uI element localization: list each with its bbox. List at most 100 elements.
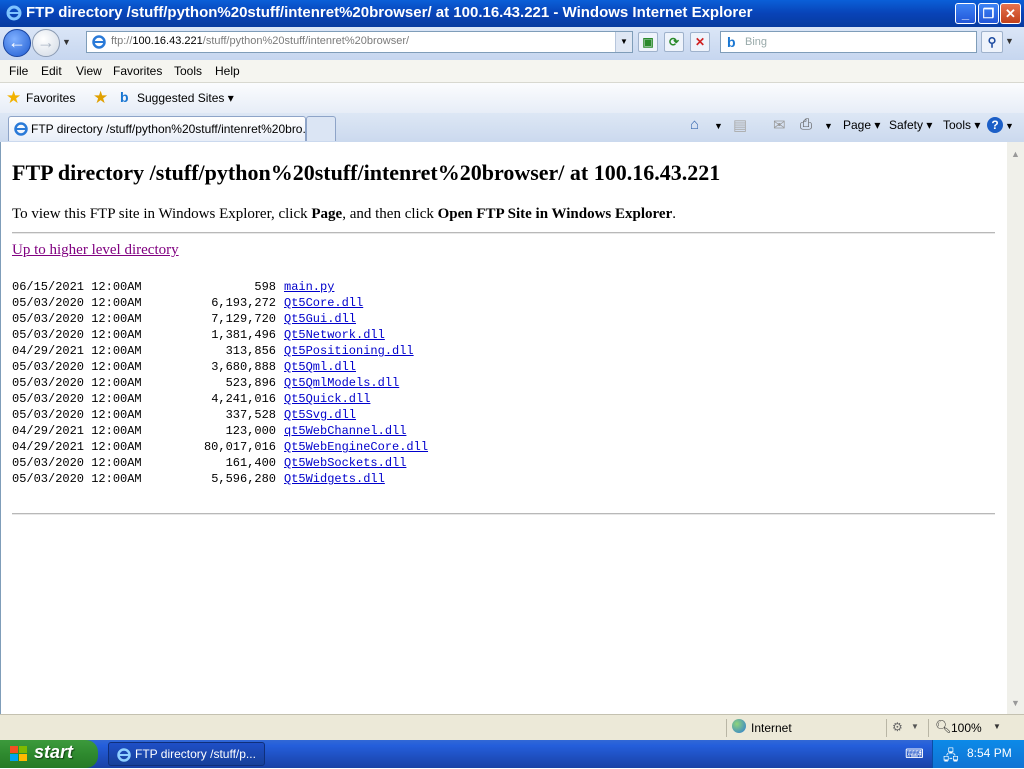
- back-button[interactable]: ←: [3, 29, 31, 57]
- file-date: 04/29/2021 12:00AM: [12, 344, 142, 358]
- file-date: 05/03/2020 12:00AM: [12, 376, 142, 390]
- file-link[interactable]: Qt5Qml.dll: [284, 360, 356, 374]
- file-link[interactable]: Qt5Positioning.dll: [284, 344, 414, 358]
- search-button[interactable]: ⚲: [981, 31, 1003, 53]
- file-size: 80,017,016: [203, 440, 276, 454]
- help-dropdown-icon[interactable]: ▼: [1005, 121, 1014, 131]
- forward-arrow-icon: →: [37, 32, 55, 52]
- magnifier-icon: ⚲: [987, 35, 997, 49]
- start-label: start: [34, 742, 74, 762]
- read-mail-icon[interactable]: ✉: [773, 116, 786, 134]
- search-options-dropdown-icon[interactable]: ▼: [1005, 36, 1014, 46]
- file-link[interactable]: Qt5WebEngineCore.dll: [284, 440, 428, 454]
- file-link[interactable]: Qt5Network.dll: [284, 328, 385, 342]
- restore-button[interactable]: ❐: [978, 3, 999, 24]
- security-zone-label: Internet: [751, 721, 792, 735]
- file-size: 4,241,016: [211, 392, 276, 406]
- tools-menu-button[interactable]: Tools ▾: [943, 118, 980, 132]
- page-title: FTP directory /stuff/python%20stuff/inte…: [12, 160, 721, 185]
- internet-zone-icon: [732, 719, 746, 733]
- refresh-button[interactable]: ⟳: [664, 32, 684, 52]
- file-link[interactable]: Qt5Quick.dll: [284, 392, 370, 406]
- zoom-dropdown-icon[interactable]: ▼: [993, 722, 1001, 731]
- protected-mode-dropdown-icon[interactable]: ▼: [911, 722, 919, 731]
- instructions-text: To view this FTP site in Windows Explore…: [12, 206, 676, 222]
- safety-menu-button[interactable]: Safety ▾: [889, 118, 932, 132]
- ie-logo-icon: [117, 748, 131, 762]
- parent-directory-link[interactable]: Up to higher level directory: [12, 242, 179, 259]
- clock: 8:54 PM: [967, 746, 1012, 760]
- menu-edit[interactable]: Edit: [41, 64, 62, 78]
- add-favorite-icon[interactable]: ★: [93, 88, 108, 108]
- keyboard-icon[interactable]: ⌨: [905, 746, 924, 762]
- minimize-button[interactable]: _: [955, 3, 976, 24]
- file-link[interactable]: Qt5Widgets.dll: [284, 472, 385, 486]
- divider: [12, 232, 995, 234]
- suggested-sites-icon: b: [120, 89, 129, 105]
- file-link[interactable]: Qt5WebSockets.dll: [284, 456, 406, 470]
- close-button[interactable]: ✕: [1000, 3, 1021, 24]
- zoom-level[interactable]: 100%: [951, 721, 982, 735]
- file-link[interactable]: main.py: [284, 280, 334, 294]
- file-date: 05/03/2020 12:00AM: [12, 472, 142, 486]
- address-url[interactable]: ftp://100.16.43.221/stuff/python%20stuff…: [111, 35, 409, 47]
- status-separator: [928, 719, 929, 737]
- vertical-scrollbar[interactable]: ▲ ▼: [1007, 142, 1024, 714]
- menu-file[interactable]: File: [9, 64, 28, 78]
- menu-favorites[interactable]: Favorites: [113, 64, 162, 78]
- file-date: 05/03/2020 12:00AM: [12, 328, 142, 342]
- scroll-up-icon[interactable]: ▲: [1007, 146, 1024, 163]
- tab-title: FTP directory /stuff/python%20stuff/inte…: [31, 122, 313, 136]
- windows-flag-icon: [10, 746, 28, 767]
- favorites-star-icon: ★: [6, 88, 22, 107]
- file-link[interactable]: Qt5Svg.dll: [284, 408, 356, 422]
- forward-button[interactable]: →: [32, 29, 60, 57]
- divider: [12, 513, 995, 515]
- network-icon[interactable]: 🖧︎: [943, 745, 959, 769]
- file-date: 06/15/2021 12:00AM: [12, 280, 142, 294]
- tab-current[interactable]: FTP directory /stuff/python%20stuff/inte…: [8, 116, 312, 141]
- favorites-button[interactable]: Favorites: [26, 91, 75, 105]
- new-tab-button[interactable]: [306, 116, 336, 141]
- page-menu-button[interactable]: Page ▾: [843, 118, 880, 132]
- feeds-icon[interactable]: ▤: [733, 116, 747, 134]
- stop-button[interactable]: ✕: [690, 32, 710, 52]
- file-size: 5,596,280: [211, 472, 276, 486]
- zoom-icon[interactable]: 🔍︎: [935, 719, 952, 735]
- menu-tools[interactable]: Tools: [174, 64, 202, 78]
- status-bar: Internet ⚙ ▼ 🔍︎ 100% ▼: [0, 714, 1024, 741]
- protected-mode-icon[interactable]: ⚙: [892, 720, 903, 734]
- suggested-sites-button[interactable]: Suggested Sites ▾: [137, 91, 234, 105]
- status-separator: [726, 719, 727, 737]
- file-size: 523,896: [225, 376, 276, 390]
- file-date: 05/03/2020 12:00AM: [12, 296, 142, 310]
- taskbar-item-ie[interactable]: FTP directory /stuff/p...: [108, 742, 265, 766]
- recent-pages-dropdown-icon[interactable]: ▼: [62, 37, 71, 47]
- file-link[interactable]: Qt5QmlModels.dll: [284, 376, 399, 390]
- file-size: 598: [254, 280, 276, 294]
- help-icon[interactable]: ?: [987, 117, 1003, 133]
- menu-help[interactable]: Help: [215, 64, 240, 78]
- file-date: 04/29/2021 12:00AM: [12, 440, 142, 454]
- compatibility-view-button[interactable]: ▣: [638, 32, 658, 52]
- menu-view[interactable]: View: [76, 64, 102, 78]
- ie-page-icon: [92, 35, 106, 49]
- home-dropdown-icon[interactable]: ▼: [714, 121, 723, 131]
- title-bar: FTP directory /stuff/python%20stuff/inte…: [0, 0, 1024, 27]
- home-icon[interactable]: ⌂: [690, 116, 699, 133]
- print-dropdown-icon[interactable]: ▼: [824, 121, 833, 131]
- search-input[interactable]: b Bing: [720, 31, 977, 53]
- file-link[interactable]: qt5WebChannel.dll: [284, 424, 406, 438]
- file-size: 6,193,272: [211, 296, 276, 310]
- address-bar[interactable]: ftp://100.16.43.221/stuff/python%20stuff…: [86, 31, 633, 53]
- file-size: 7,129,720: [211, 312, 276, 326]
- file-link[interactable]: Qt5Gui.dll: [284, 312, 356, 326]
- print-icon[interactable]: ⎙: [800, 116, 812, 133]
- file-link[interactable]: Qt5Core.dll: [284, 296, 363, 310]
- start-button[interactable]: start: [0, 740, 98, 768]
- back-arrow-icon: ←: [8, 32, 26, 52]
- search-placeholder: Bing: [745, 36, 768, 48]
- scroll-down-icon[interactable]: ▼: [1007, 695, 1024, 712]
- address-dropdown-button[interactable]: ▼: [615, 32, 632, 52]
- taskbar-item-label: FTP directory /stuff/p...: [135, 747, 256, 761]
